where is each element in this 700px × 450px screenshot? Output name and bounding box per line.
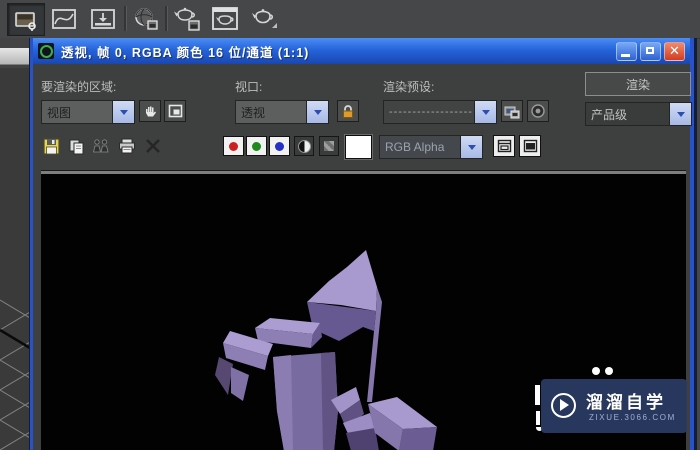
lock-viewport-button[interactable]: [337, 100, 359, 122]
background-viewport-sliver: [0, 38, 30, 450]
channel-display-dropdown[interactable]: RGB Alpha: [379, 135, 483, 159]
alpha-channel-button[interactable]: [319, 136, 339, 156]
render-production-icon: [252, 8, 277, 28]
material-editor-button[interactable]: [129, 3, 163, 34]
watermark: 溜溜自学 zixue.3066.com: [541, 379, 687, 433]
render-preset-dropdown[interactable]: ------------------: [383, 100, 497, 124]
alpha-checker-icon: [324, 141, 334, 151]
clone-window-button[interactable]: [91, 136, 111, 156]
layer-manager-button[interactable]: [85, 3, 121, 34]
clone-figures-icon: [92, 139, 109, 153]
dropdown-arrow-icon[interactable]: [474, 101, 496, 123]
watermark-site: zixue.3066.com: [589, 413, 676, 422]
blue-channel-icon: [275, 141, 284, 151]
green-channel-icon: [252, 141, 261, 151]
play-icon: [551, 393, 576, 418]
curve-editor-button[interactable]: [46, 3, 82, 34]
minimize-button[interactable]: [616, 41, 637, 61]
ui-overlays-icon: [497, 139, 511, 153]
toggle-ui-button[interactable]: [519, 135, 541, 157]
red-channel-button[interactable]: [223, 136, 244, 156]
clear-button[interactable]: [143, 136, 163, 156]
curve-editor-icon: [52, 8, 76, 29]
toolbar-separator: [165, 6, 168, 31]
region-window-icon: [168, 104, 182, 118]
toolbar-separator: [124, 6, 127, 31]
white-glyph-fragment: [535, 385, 540, 405]
control-panel: 要渲染的区域: 视口: 渲染预设: 视图 透视 ----------------…: [33, 64, 692, 170]
render-setup-icon: [174, 7, 200, 31]
render-mode-dropdown[interactable]: 产品级: [585, 102, 692, 126]
dropdown-arrow-icon[interactable]: [460, 136, 482, 158]
titlebar[interactable]: 透视, 帧 0, RGBA 颜色 16 位/通道 (1:1) ✕: [33, 38, 690, 64]
render-preset-value: ------------------: [384, 101, 474, 123]
rendered-frame-window-icon: [212, 6, 238, 30]
sphere-ring-icon: [531, 104, 545, 118]
viewport-label: 视口:: [235, 80, 263, 94]
render-mode-value: 产品级: [586, 103, 669, 125]
green-channel-button[interactable]: [246, 136, 267, 156]
minimize-icon: [621, 53, 630, 57]
printer-icon: [119, 138, 135, 154]
dropdown-arrow-icon[interactable]: [669, 103, 691, 125]
render-production-button[interactable]: [246, 3, 282, 34]
maximize-icon: [646, 46, 654, 54]
viewport-value: 透视: [236, 101, 306, 123]
dropdown-arrow-icon[interactable]: [112, 101, 134, 123]
snapshot-icon: [15, 11, 36, 31]
screen: 透视, 帧 0, RGBA 颜色 16 位/通道 (1:1) ✕ 要渲染的区域:…: [0, 0, 700, 450]
snapshot-flyout-button[interactable]: [7, 3, 45, 36]
channel-display-value: RGB Alpha: [380, 136, 460, 158]
copy-image-button[interactable]: [66, 136, 86, 156]
save-image-button[interactable]: [41, 136, 61, 156]
layer-manager-icon: [91, 8, 115, 29]
background-color-swatch[interactable]: [345, 135, 372, 159]
render-image-area: 溜溜自学 zixue.3066.com: [41, 170, 687, 450]
lock-icon: [343, 105, 353, 118]
maximize-button[interactable]: [640, 41, 661, 61]
render-setup-dialog-button[interactable]: [501, 100, 523, 122]
render-setup-button[interactable]: [169, 3, 205, 34]
dropdown-arrow-icon[interactable]: [306, 101, 328, 123]
red-channel-icon: [229, 141, 238, 151]
render-setup-dialog-icon: [504, 106, 520, 118]
white-glyph-fragment: [536, 411, 540, 425]
hand-icon: [145, 106, 156, 116]
white-dot: [592, 367, 600, 375]
viewport-dropdown[interactable]: 透视: [235, 100, 329, 124]
ui-window-icon: [523, 139, 537, 153]
toggle-ui-overlays-button[interactable]: [493, 135, 515, 157]
print-image-button[interactable]: [117, 136, 137, 156]
material-editor-icon: [135, 7, 158, 30]
blue-channel-button[interactable]: [269, 136, 290, 156]
background-toolbar-band: [0, 48, 30, 65]
area-to-render-label: 要渲染的区域:: [41, 80, 117, 94]
window-title: 透视, 帧 0, RGBA 颜色 16 位/通道 (1:1): [61, 45, 310, 60]
edit-region-button[interactable]: [139, 100, 161, 122]
save-icon: [42, 137, 60, 155]
render-preset-label: 渲染预设:: [383, 80, 435, 94]
copy-icon: [69, 139, 83, 154]
monochrome-icon: [297, 139, 311, 153]
area-to-render-dropdown[interactable]: 视图: [41, 100, 135, 124]
auto-region-button[interactable]: [164, 100, 186, 122]
viewport-background: [0, 68, 30, 450]
white-dot: [605, 367, 613, 375]
area-to-render-value: 视图: [42, 101, 112, 123]
environment-effects-button[interactable]: [527, 100, 549, 122]
rendered-frame-window: 透视, 帧 0, RGBA 颜色 16 位/通道 (1:1) ✕ 要渲染的区域:…: [30, 38, 694, 450]
clear-x-icon: [146, 139, 160, 153]
monochrome-button[interactable]: [294, 136, 314, 156]
main-toolbar: [0, 0, 700, 39]
rendered-frame-window-button[interactable]: [207, 3, 243, 34]
render-button[interactable]: 渲染: [585, 72, 691, 96]
viewport-grid: [0, 299, 30, 450]
watermark-brand: 溜溜自学: [586, 393, 666, 412]
close-button[interactable]: ✕: [664, 41, 685, 61]
close-icon: ✕: [669, 43, 680, 58]
window-logo-icon: [38, 43, 54, 59]
